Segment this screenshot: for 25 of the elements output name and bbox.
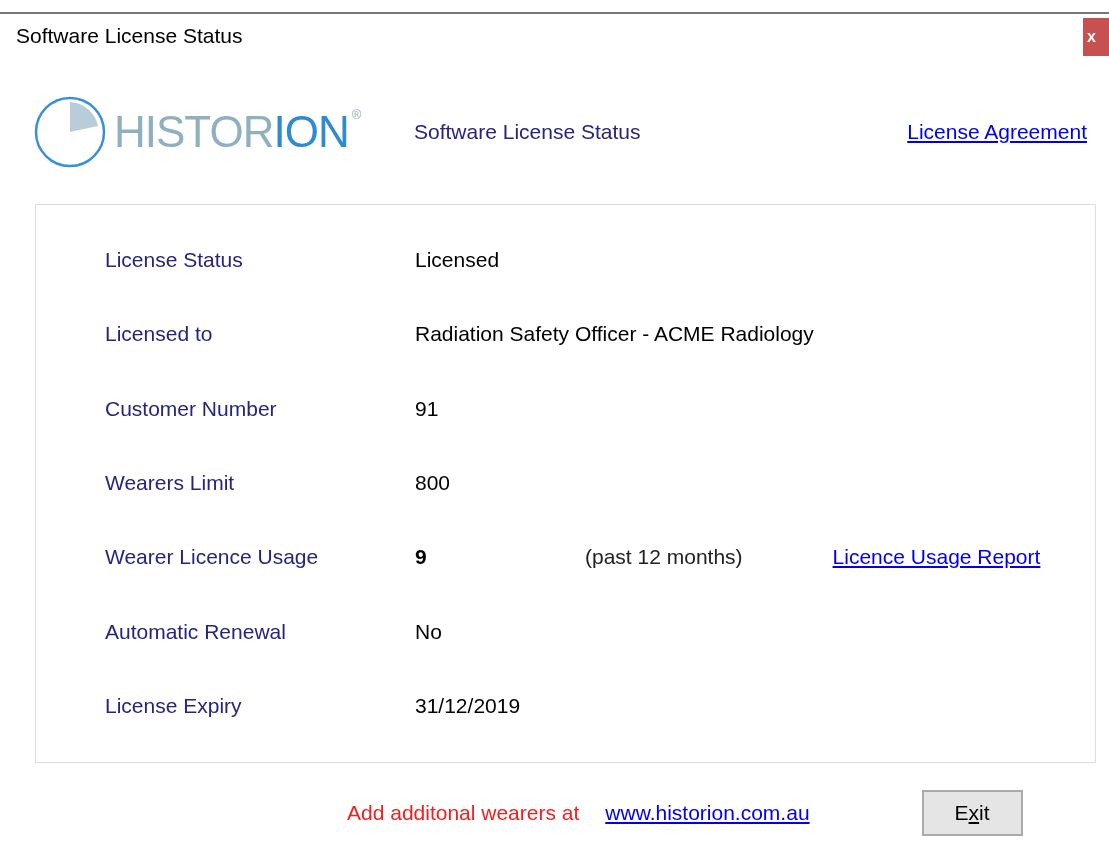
- field-value: 31/12/2019: [415, 693, 521, 718]
- close-button[interactable]: x: [1083, 18, 1109, 56]
- website-link[interactable]: www.historion.com.au: [605, 801, 810, 825]
- field-label: Automatic Renewal: [105, 619, 287, 644]
- promo-text: Add additonal wearers at: [347, 801, 580, 825]
- field-value: 800: [415, 471, 451, 496]
- field-label: Wearers Limit: [105, 471, 236, 496]
- field-value: 91: [415, 396, 439, 421]
- field-label: Wearer Licence Usage: [105, 545, 320, 570]
- usage-report-link[interactable]: Licence Usage Report: [832, 545, 1041, 570]
- field-label: Licensed to: [105, 322, 214, 347]
- field-value: Licensed: [415, 248, 500, 273]
- usage-period: (past 12 months): [585, 545, 743, 570]
- field-value: No: [415, 619, 442, 644]
- logo-wordmark: HISTORION$^{®}$: [114, 107, 361, 157]
- exit-button[interactable]: Exit: [921, 790, 1023, 836]
- field-value: Radiation Safety Officer - ACME Radiology: [415, 322, 814, 347]
- window-title: Software License Status: [16, 24, 243, 48]
- field-label: Customer Number: [105, 396, 278, 421]
- field-label: License Expiry: [105, 693, 243, 718]
- usage-count: 9: [415, 545, 428, 570]
- field-label: License Status: [105, 248, 244, 273]
- clock-icon: [34, 96, 106, 168]
- dialog-heading: Software License Status: [414, 120, 642, 144]
- license-agreement-link[interactable]: License Agreement: [907, 120, 1087, 144]
